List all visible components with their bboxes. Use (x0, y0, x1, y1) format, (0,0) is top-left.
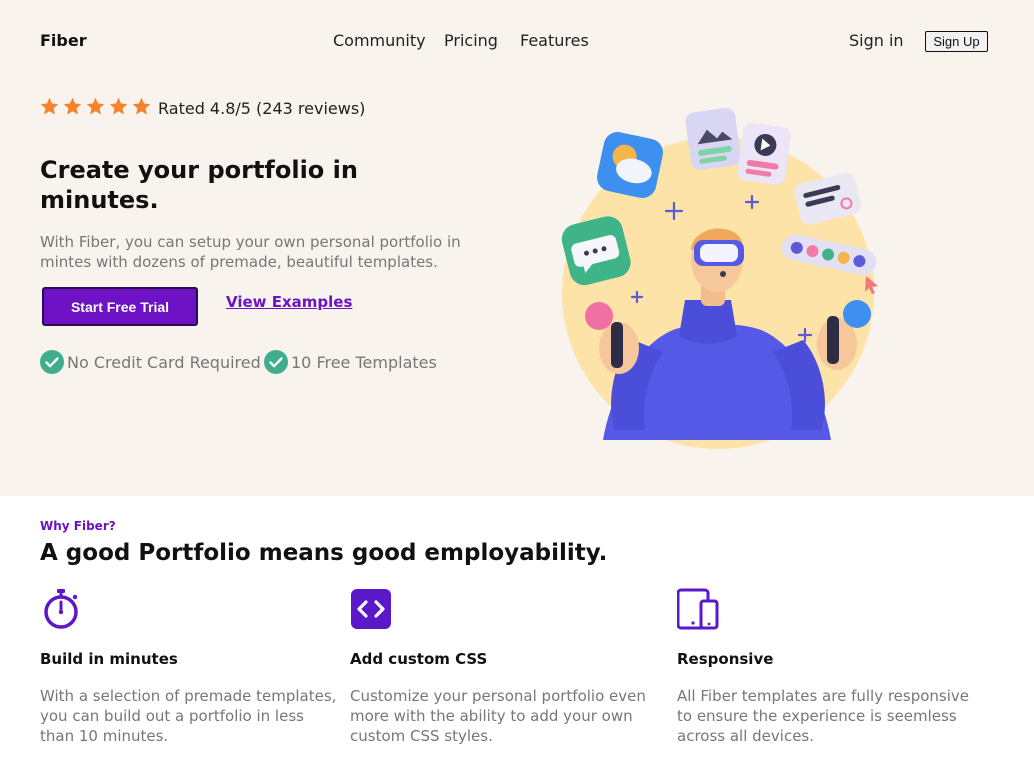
sign-up-button[interactable]: Sign Up (925, 31, 988, 52)
check-circle-icon (264, 350, 288, 374)
devices-icon (677, 588, 719, 630)
section-eyebrow: Why Fiber? (40, 519, 116, 533)
no-credit-card-note: No Credit Card Required (67, 353, 261, 372)
star-icon (132, 97, 151, 115)
nav-link-features[interactable]: Features (520, 31, 589, 50)
hero-subtext: With Fiber, you can setup your own perso… (40, 233, 461, 271)
feature-desc-css: Customize your personal portfolio even m… (350, 687, 646, 745)
rating-stars (39, 96, 152, 117)
section-title: A good Portfolio means good employabilit… (40, 540, 608, 566)
rating-text: Rated 4.8/5 (243 reviews) (158, 99, 366, 118)
vr-avatar-illustration (561, 107, 878, 449)
check-circle-icon (40, 350, 64, 374)
star-icon (40, 97, 59, 115)
feature-title-css: Add custom CSS (350, 650, 488, 668)
logo[interactable]: Fiber (40, 31, 87, 50)
star-icon (63, 97, 82, 115)
star-icon (109, 97, 128, 115)
hero-section: Fiber Community Pricing Features Sign in… (0, 0, 1034, 496)
nav-link-community[interactable]: Community (333, 31, 426, 50)
free-templates-note: 10 Free Templates (291, 353, 437, 372)
feature-desc-responsive: All Fiber templates are fully responsive… (677, 687, 970, 745)
hero-headline: Create your portfolio in minutes. (40, 156, 358, 214)
start-free-trial-button[interactable]: Start Free Trial (42, 287, 198, 326)
star-icon (86, 97, 105, 115)
feature-title-build: Build in minutes (40, 650, 178, 668)
code-icon (351, 589, 391, 629)
nav-link-pricing[interactable]: Pricing (444, 31, 498, 50)
feature-desc-build: With a selection of premade templates, y… (40, 687, 337, 745)
view-examples-link[interactable]: View Examples (226, 293, 352, 311)
sign-in-link[interactable]: Sign in (849, 31, 904, 50)
stopwatch-icon (44, 589, 78, 629)
feature-title-responsive: Responsive (677, 650, 774, 668)
